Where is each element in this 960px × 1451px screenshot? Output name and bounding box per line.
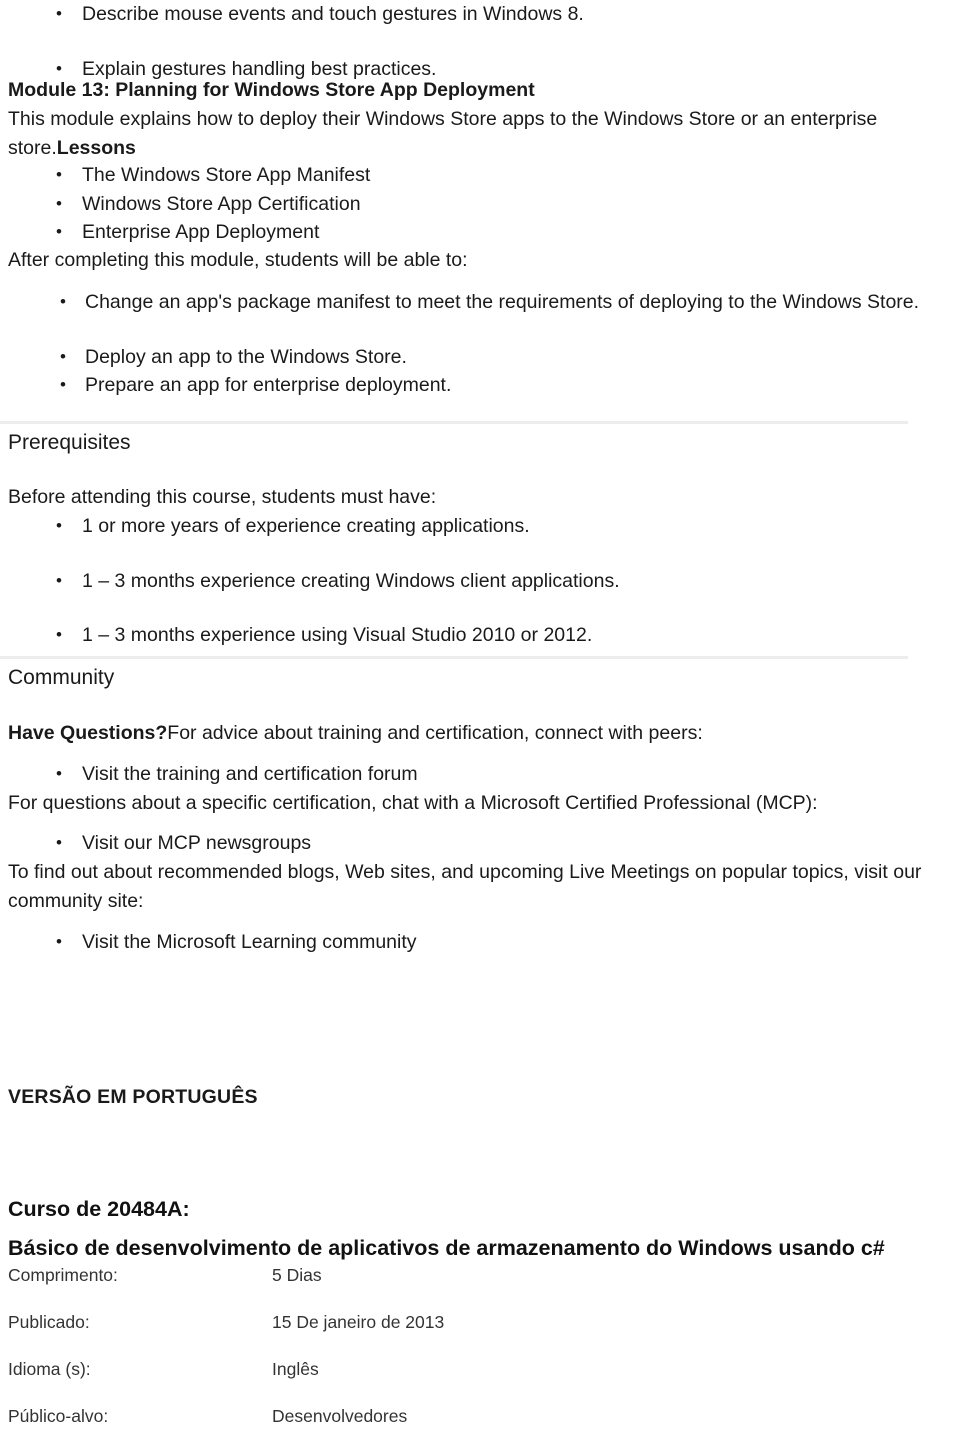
objectives-list: Change an app's package manifest to meet…: [0, 288, 960, 400]
portuguese-meta-table: Comprimento: 5 Dias Publicado: 15 De jan…: [0, 1263, 960, 1451]
lesson-text: The Windows Store App Manifest: [82, 164, 371, 186]
prerequisites-intro: Before attending this course, students m…: [8, 486, 437, 508]
prerequisite-text: 1 or more years of experience creating a…: [82, 515, 530, 537]
lesson-text: Enterprise App Deployment: [82, 221, 320, 243]
objectives-intro-wrapper: After completing this module, students w…: [0, 246, 960, 275]
list-item: 1 or more years of experience creating a…: [0, 512, 960, 541]
prerequisites-heading-wrapper: Prerequisites: [0, 428, 960, 458]
meta-key: Comprimento:: [8, 1265, 118, 1285]
prerequisites-list: 1 or more years of experience creating a…: [0, 512, 960, 650]
prerequisites-intro-wrapper: Before attending this course, students m…: [0, 483, 960, 512]
list-item: Change an app's package manifest to meet…: [0, 288, 960, 317]
portuguese-version-label-wrapper: VERSÃO EM PORTUGUÊS: [0, 1063, 960, 1130]
forum-link[interactable]: Visit the training and certification for…: [82, 763, 418, 785]
microsoft-learning-community-link[interactable]: Visit the Microsoft Learning community: [82, 931, 417, 953]
module-description-text: This module explains how to deploy their…: [8, 108, 878, 159]
learning-link-wrapper: Visit the Microsoft Learning community: [0, 928, 960, 957]
learning-list: Visit the Microsoft Learning community: [0, 928, 960, 957]
meta-value: 5 Dias: [272, 1265, 322, 1285]
objective-text: Deploy an app to the Windows Store.: [85, 345, 407, 368]
mcp-newsgroups-link[interactable]: Visit our MCP newsgroups: [82, 832, 311, 854]
community-heading-wrapper: Community: [0, 663, 960, 693]
prerequisites-list-wrapper: 1 or more years of experience creating a…: [0, 512, 960, 650]
list-item: Describe mouse events and touch gestures…: [0, 0, 960, 29]
prerequisite-text: 1 – 3 months experience creating Windows…: [82, 569, 620, 592]
lessons-list: The Windows Store App Manifest Windows S…: [0, 161, 960, 247]
list-item: 1 – 3 months experience creating Windows…: [0, 567, 960, 596]
meta-key: Idioma (s):: [8, 1359, 91, 1379]
blogs-intro: To find out about recommended blogs, Web…: [8, 861, 922, 912]
portuguese-course-title: Básico de desenvolvimento de aplicativos…: [8, 1235, 885, 1260]
section-divider: [0, 656, 908, 659]
mcp-intro-wrapper: For questions about a specific certifica…: [0, 789, 960, 818]
list-item[interactable]: Visit our MCP newsgroups: [0, 829, 960, 858]
module-description-wrapper: This module explains how to deploy their…: [0, 105, 960, 162]
have-questions-bold: Have Questions?: [8, 722, 168, 744]
top-bullet-list-wrapper: Describe mouse events and touch gestures…: [0, 0, 960, 83]
section-divider: [0, 421, 908, 424]
community-rule-wrapper: [0, 656, 960, 659]
list-item[interactable]: Visit the Microsoft Learning community: [0, 928, 960, 957]
objectives-list-wrapper: Change an app's package manifest to meet…: [0, 288, 960, 400]
list-item: Windows Store App Certification: [0, 190, 960, 219]
list-item: Enterprise App Deployment: [0, 218, 960, 247]
module-heading: Module 13: Planning for Windows Store Ap…: [8, 79, 535, 101]
list-item: Deploy an app to the Windows Store.: [0, 343, 960, 372]
meta-key: Publicado:: [8, 1312, 90, 1332]
table-row: Comprimento: 5 Dias: [0, 1263, 960, 1310]
table-row: Idioma (s): Inglês: [0, 1357, 960, 1404]
forum-link-wrapper: Visit the training and certification for…: [0, 760, 960, 789]
blogs-intro-wrapper: To find out about recommended blogs, Web…: [0, 858, 960, 915]
objective-text: Change an app's package manifest to meet…: [85, 291, 920, 313]
mcp-list: Visit our MCP newsgroups: [0, 829, 960, 858]
meta-value: Inglês: [272, 1359, 319, 1379]
prerequisites-heading: Prerequisites: [8, 431, 131, 454]
objectives-intro: After completing this module, students w…: [8, 249, 468, 271]
portuguese-meta-table-wrapper: Comprimento: 5 Dias Publicado: 15 De jan…: [0, 1263, 960, 1451]
meta-value: Desenvolvedores: [272, 1406, 408, 1426]
list-item: The Windows Store App Manifest: [0, 161, 960, 190]
mcp-intro: For questions about a specific certifica…: [8, 792, 818, 814]
prerequisites-rule-wrapper: [0, 421, 960, 424]
table-row: Publicado: 15 De janeiro de 2013: [0, 1310, 960, 1357]
table-row: Público-alvo: Desenvolvedores: [0, 1404, 960, 1451]
document-page: Describe mouse events and touch gestures…: [0, 0, 960, 1426]
list-item: 1 – 3 months experience using Visual Stu…: [0, 621, 960, 650]
have-questions-wrapper: Have Questions?For advice about training…: [0, 719, 960, 748]
objective-text: Prepare an app for enterprise deployment…: [85, 374, 452, 396]
meta-key: Público-alvo:: [8, 1406, 109, 1426]
lesson-text: Windows Store App Certification: [82, 192, 361, 215]
forum-list: Visit the training and certification for…: [0, 760, 960, 789]
community-heading: Community: [8, 666, 115, 689]
module-heading-wrapper: Module 13: Planning for Windows Store Ap…: [0, 76, 960, 105]
lessons-list-wrapper: The Windows Store App Manifest Windows S…: [0, 161, 960, 247]
lessons-label: Lessons: [56, 136, 136, 159]
list-item: Prepare an app for enterprise deployment…: [0, 371, 960, 400]
have-questions-rest: For advice about training and certificat…: [167, 722, 703, 744]
top-bullet-list: Describe mouse events and touch gestures…: [0, 0, 960, 83]
prerequisite-text: 1 – 3 months experience using Visual Stu…: [82, 624, 593, 646]
meta-value: 15 De janeiro de 2013: [272, 1312, 445, 1332]
list-item[interactable]: Visit the training and certification for…: [0, 760, 960, 789]
have-questions-paragraph: Have Questions?For advice about training…: [0, 719, 960, 748]
module-description: This module explains how to deploy their…: [0, 105, 960, 162]
mcp-link-wrapper: Visit our MCP newsgroups: [0, 829, 960, 858]
bullet-text: Describe mouse events and touch gestures…: [82, 3, 584, 25]
portuguese-version-label: VERSÃO EM PORTUGUÊS: [8, 1085, 258, 1108]
